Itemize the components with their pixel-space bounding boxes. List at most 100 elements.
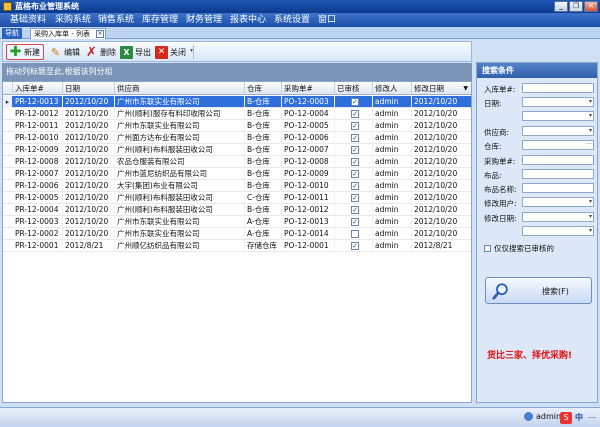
minimize-button[interactable]: _ (554, 1, 568, 12)
chevron-down-icon[interactable]: ▾ (589, 198, 592, 205)
table-row[interactable]: PR-12-0010 2012/10/20 广州面方达布业有限公司 B-仓库 PO-12… (3, 132, 471, 144)
audited-only-checkbox[interactable] (484, 245, 491, 252)
menu-finance[interactable]: 财务管理 (186, 13, 222, 27)
search-lookup-input[interactable]: ··· (522, 140, 594, 150)
cell-po: PO-12-0008 (282, 156, 335, 168)
audited-checkbox[interactable]: ✓ (351, 146, 359, 154)
table-row[interactable]: PR-12-0005 2012/10/20 广州(顺利)布料服装田收公司 C-仓库 PO… (3, 192, 471, 204)
menu-purchase[interactable]: 采购系统 (55, 13, 91, 27)
cell-supplier: 广州顺亿纺织品有限公司 (115, 240, 245, 252)
search-field-label: 布品: (484, 171, 502, 180)
cell-warehouse: B-仓库 (245, 180, 282, 192)
cell-po: PO-12-0011 (282, 192, 335, 204)
audited-checkbox[interactable]: ✓ (351, 134, 359, 142)
table-row[interactable]: PR-12-0007 2012/10/20 广州市蓝尼纺织品有限公司 B-仓库 PO-1… (3, 168, 471, 180)
table-row[interactable]: PR-12-0009 2012/10/20 广州(顺利)布料服装田收公司 B-仓库 PO… (3, 144, 471, 156)
cell-modifier: admin (373, 192, 412, 204)
audited-checkbox[interactable] (351, 230, 359, 238)
cell-date: 2012/10/20 (63, 132, 115, 144)
menu-inventory[interactable]: 库存管理 (142, 13, 178, 27)
table-row[interactable]: PR-12-0002 2012/10/20 广州市东联实业有限公司 A-仓库 PO-12… (3, 228, 471, 240)
search-text-input[interactable] (522, 83, 594, 93)
title-bar: 蓝格布业管理系统 _ ❐ ✕ (0, 0, 600, 13)
column-header-receipt-no[interactable]: 入库单# (13, 82, 63, 95)
search-icon (492, 283, 508, 300)
audited-checkbox[interactable]: ✓ (351, 206, 359, 214)
audited-checkbox[interactable]: ✓ (351, 242, 359, 250)
table-row[interactable]: PR-12-0006 2012/10/20 大宇(集团)布业有限公司 B-仓库 PO-1… (3, 180, 471, 192)
tab-navigation[interactable]: 导航 (2, 28, 22, 39)
audited-checkbox[interactable]: ✓ (351, 218, 359, 226)
cell-date: 2012/10/20 (63, 204, 115, 216)
column-header-modifier[interactable]: 修改人 (373, 82, 412, 95)
table-row[interactable]: PR-12-0011 2012/10/20 广州市东联实业有限公司 B-仓库 PO-12… (3, 120, 471, 132)
menu-settings[interactable]: 系统设置 (274, 13, 310, 27)
search-select-input[interactable]: ▾ (522, 111, 594, 121)
menu-reports[interactable]: 报表中心 (230, 13, 266, 27)
cell-supplier: 广州面方达布业有限公司 (115, 132, 245, 144)
tab-close-icon[interactable]: × (96, 30, 104, 38)
search-select-input[interactable]: ▾ (522, 197, 594, 207)
search-text-input[interactable] (522, 169, 594, 179)
cell-po: PO-12-0004 (282, 108, 335, 120)
ellipsis-icon[interactable]: ··· (586, 141, 592, 148)
new-button[interactable]: ✚ 新建 (6, 44, 44, 60)
search-text-input[interactable] (522, 183, 594, 193)
chevron-down-icon[interactable]: ▾ (589, 98, 592, 105)
search-select-input[interactable]: ▾ (522, 97, 594, 107)
column-header-modified-date[interactable]: 修改日期 ▼ (412, 82, 471, 95)
cell-mod-date: 2012/10/20 (412, 168, 471, 180)
ime-mode-label[interactable]: 中 (573, 412, 585, 424)
restore-button[interactable]: ❐ (569, 1, 583, 12)
tab-bar: 导航 采购入库单 - 列表 × (0, 27, 600, 39)
table-row[interactable]: PR-12-0008 2012/10/20 农品仓服装有限公司 B-仓库 PO-12-0… (3, 156, 471, 168)
audited-checkbox[interactable]: ✓ (351, 98, 359, 106)
tab-purchase-receipt-list[interactable]: 采购入库单 - 列表 × (30, 28, 106, 39)
audited-checkbox[interactable]: ✓ (351, 170, 359, 178)
audited-checkbox[interactable]: ✓ (351, 158, 359, 166)
table-row[interactable]: PR-12-0001 2012/8/21 广州顺亿纺织品有限公司 存储仓库 PO-12-… (3, 240, 471, 252)
audited-checkbox[interactable]: ✓ (351, 182, 359, 190)
column-header-date[interactable]: 日期 (63, 82, 115, 95)
menu-basic-data[interactable]: 基础资料 (10, 13, 46, 27)
toolbar-overflow-icon[interactable]: ▾ (190, 47, 193, 54)
export-button[interactable]: X 导出 (120, 44, 151, 60)
audited-checkbox[interactable]: ✓ (351, 110, 359, 118)
ime-punct-icon[interactable]: ⋯ (586, 412, 598, 424)
cell-no: PR-12-0013 (13, 96, 63, 108)
search-select-input[interactable]: ▾ (522, 212, 594, 222)
cell-mod-date: 2012/10/20 (412, 216, 471, 228)
toolbar-separator (193, 45, 194, 59)
menu-window[interactable]: 窗口 (318, 13, 336, 27)
table-row[interactable]: ▸ PR-12-0013 2012/10/20 广州市东联实业有限公司 B-仓库 PO-1… (3, 96, 471, 108)
close-window-button[interactable]: ✕ (584, 1, 598, 12)
search-button[interactable]: 搜索(F) (485, 277, 592, 304)
column-header-supplier[interactable]: 供应商 (115, 82, 245, 95)
audited-only-option[interactable]: 仅仅搜索已审核的 (484, 243, 554, 254)
audited-checkbox[interactable]: ✓ (351, 122, 359, 130)
chevron-down-icon[interactable]: ▾ (589, 227, 592, 234)
delete-button[interactable]: ✗ 删除 (85, 44, 116, 60)
edit-button[interactable]: ✎ 编辑 (49, 44, 80, 60)
chevron-down-icon[interactable]: ▾ (589, 112, 592, 119)
chevron-down-icon[interactable]: ▾ (589, 213, 592, 220)
ime-logo-icon[interactable]: S (560, 412, 572, 424)
search-select-input[interactable]: ▾ (522, 126, 594, 136)
table-row[interactable]: PR-12-0012 2012/10/20 广州(顺利)服存有料印收限公司 B-仓库 P… (3, 108, 471, 120)
chevron-down-icon[interactable]: ▾ (589, 127, 592, 134)
column-header-po-no[interactable]: 采购单# (282, 82, 335, 95)
group-by-panel[interactable]: 拖动列标题至此,根据该列分组 (2, 63, 472, 81)
table-row[interactable]: PR-12-0003 2012/10/20 广州市东联实业有限公司 A-仓库 PO-12… (3, 216, 471, 228)
search-text-input[interactable] (522, 155, 594, 165)
table-row[interactable]: PR-12-0004 2012/10/20 广州(顺利)布料服装田收公司 B-仓库 PO… (3, 204, 471, 216)
audited-checkbox[interactable]: ✓ (351, 194, 359, 202)
column-header-warehouse[interactable]: 仓库 (245, 82, 282, 95)
column-header-audited[interactable]: 已审核 (335, 82, 373, 95)
search-select-input[interactable]: ▾ (522, 226, 594, 236)
close-list-button[interactable]: ✕ 关闭 (155, 44, 186, 60)
export-label: 导出 (135, 47, 151, 57)
menu-sales[interactable]: 销售系统 (98, 13, 134, 27)
current-user: admin (524, 412, 561, 421)
cell-date: 2012/8/21 (63, 240, 115, 252)
menu-bar: 基础资料 采购系统 销售系统 库存管理 财务管理 报表中心 系统设置 窗口 (0, 13, 600, 27)
